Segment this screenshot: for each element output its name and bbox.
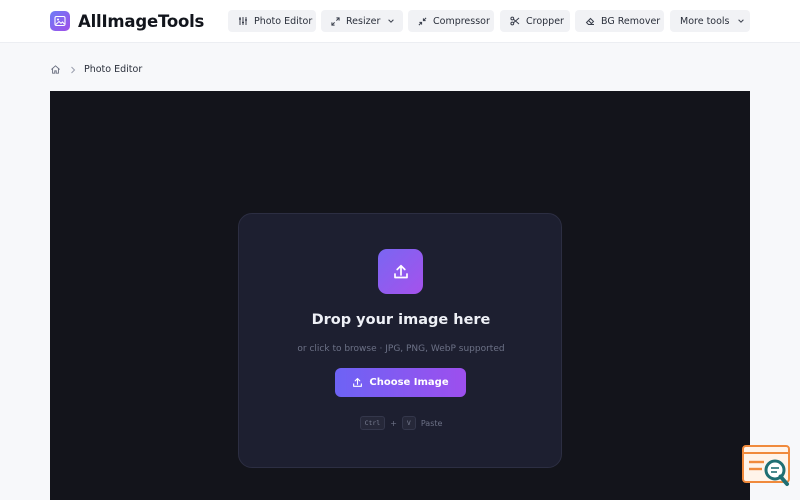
choose-image-button[interactable]: Choose Image (335, 368, 466, 397)
nav-more-tools[interactable]: More tools (670, 10, 750, 32)
nav-resizer-label: Resizer (346, 15, 381, 27)
nav-more-tools-label: More tools (680, 15, 730, 27)
scissors-icon (510, 16, 520, 26)
breadcrumb: Photo Editor (50, 63, 142, 76)
choose-image-label: Choose Image (369, 377, 449, 388)
nav-compressor[interactable]: Compressor (408, 10, 494, 32)
nav-bg-remover[interactable]: BG Remover (575, 10, 664, 32)
kbd-v: V (401, 416, 416, 430)
compress-arrows-icon (418, 17, 427, 25)
breadcrumb-current: Photo Editor (84, 64, 143, 75)
top-navigation-bar: AllImageTools Photo Editor Resizer Compr… (0, 0, 800, 43)
paste-shortcut-hint: Ctrl + V Paste (239, 416, 563, 430)
brand-link[interactable]: AllImageTools (50, 10, 204, 32)
nav-photo-editor-label: Photo Editor (254, 15, 313, 27)
brand-name: AllImageTools (78, 11, 205, 31)
eraser-icon (585, 17, 595, 25)
kbd-ctrl: Ctrl (359, 416, 386, 430)
nav-resizer[interactable]: Resizer (321, 10, 403, 32)
image-dropzone[interactable]: Drop your image here or click to browse … (238, 213, 562, 468)
chevron-down-icon (388, 19, 395, 23)
nav-compressor-label: Compressor (433, 15, 490, 27)
chevron-down-icon (737, 19, 744, 23)
expand-arrows-icon (331, 16, 340, 26)
upload-icon (378, 249, 423, 294)
sliders-icon (239, 17, 247, 25)
nav-cropper[interactable]: Cropper (500, 10, 570, 32)
search-feedback-widget-icon[interactable] (742, 445, 790, 488)
paste-label: Paste (420, 418, 443, 428)
nav-bg-remover-label: BG Remover (601, 15, 661, 27)
chevron-right-icon (71, 66, 76, 73)
kbd-plus: + (390, 418, 397, 428)
home-icon[interactable] (50, 64, 61, 75)
upload-icon (353, 378, 363, 387)
nav-photo-editor[interactable]: Photo Editor (228, 10, 316, 32)
dropzone-subtitle: or click to browse · JPG, PNG, WebP supp… (297, 344, 505, 354)
nav-cropper-label: Cropper (526, 15, 564, 27)
editor-canvas-area[interactable]: Drop your image here or click to browse … (50, 91, 750, 500)
dropzone-title: Drop your image here (311, 312, 491, 328)
image-logo-icon (50, 11, 70, 31)
